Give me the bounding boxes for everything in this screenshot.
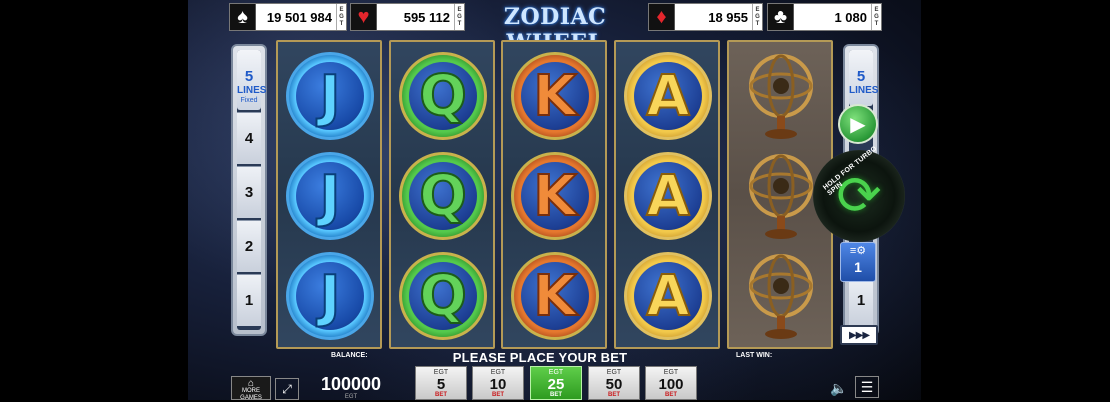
bet-button-10[interactable]: EGT 10 BET <box>472 366 524 400</box>
line-number-4: 4 <box>237 112 261 164</box>
lines-label: LINES <box>237 85 267 96</box>
jackpot-clubs: ♣ 1 080 EGT <box>767 3 882 31</box>
game-title: ZODIAC WHEEL <box>503 4 607 56</box>
symbol-q: Q <box>399 152 487 240</box>
jackpot-value: 18 955 <box>708 9 748 25</box>
lines-count-box: 5 LINES <box>849 50 879 106</box>
egt-mark: EGT <box>336 4 346 30</box>
reel-4: A A A <box>614 40 720 349</box>
symbol-k: K <box>511 152 599 240</box>
orrery-icon <box>749 54 813 139</box>
autoplay-button[interactable]: ▶ <box>838 104 878 144</box>
jackpot-value: 595 112 <box>403 9 450 25</box>
sound-button[interactable]: 🔈 <box>828 378 850 398</box>
fast-forward-button[interactable]: ▶▶▶ <box>840 325 878 345</box>
symbol-j: J <box>286 52 374 140</box>
fullscreen-button[interactable]: ⤢ <box>275 378 299 400</box>
symbol-q: Q <box>399 252 487 340</box>
line-number-2: 2 <box>237 220 261 272</box>
balance-egt: EGT <box>344 394 358 400</box>
diamond-icon: ♦ <box>649 4 675 30</box>
egt-mark: EGT <box>454 4 464 30</box>
reel-3: K K K <box>501 40 607 349</box>
balance-label: BALANCE: <box>331 352 368 359</box>
line-number-1: 1 <box>237 274 261 326</box>
fast-forward-icon: ▶▶▶ <box>848 329 870 341</box>
egt-mark: EGT <box>752 4 762 30</box>
reel-2: Q Q Q <box>389 40 495 349</box>
bet-multiplier-button[interactable]: ≡⚙ 1 <box>840 242 876 282</box>
more-games-button[interactable]: ⌂ MORE GAMES <box>231 376 271 401</box>
jackpot-spades: ♠ 19 501 984 EGT <box>229 3 347 31</box>
lines-count-box: 5 LINES Fixed <box>237 50 267 110</box>
jackpot-diamonds: ♦ 18 955 EGT <box>648 3 763 31</box>
lines-panel-left: 5 LINES Fixed 4 3 2 1 <box>231 44 267 336</box>
jackpot-value: 19 501 984 <box>266 9 332 25</box>
hamburger-icon: ☰ <box>860 378 874 395</box>
jackpot-hearts: ♥ 595 112 EGT <box>350 3 465 31</box>
symbol-a: A <box>624 52 712 140</box>
lines-count: 5 <box>244 68 254 85</box>
bet-button-5[interactable]: EGT 5 BET <box>415 366 467 400</box>
last-win-label: LAST WIN: <box>736 352 773 359</box>
symbol-q: Q <box>399 52 487 140</box>
symbol-j: J <box>286 152 374 240</box>
game-screen: ♠ 19 501 984 EGT ♥ 595 112 EGT ZODIAC WH… <box>0 0 1110 401</box>
settings-icon: ≡⚙ <box>849 245 867 257</box>
club-icon: ♣ <box>768 4 794 30</box>
symbol-k: K <box>511 52 599 140</box>
egt-mark: EGT <box>871 4 881 30</box>
lines-count: 5 <box>856 68 866 85</box>
balance-value: 100000 <box>320 374 382 394</box>
symbol-j: J <box>286 252 374 340</box>
reel-1: J J J <box>276 40 382 349</box>
heart-icon: ♥ <box>351 4 377 30</box>
status-message: PLEASE PLACE YOUR BET <box>452 350 628 365</box>
menu-button[interactable]: ☰ <box>855 376 879 398</box>
lines-fixed-label: Fixed <box>240 97 258 104</box>
home-icon: ⌂ <box>247 378 255 389</box>
bet-button-25[interactable]: EGT 25 BET <box>530 366 582 400</box>
bet-multiplier-value: 1 <box>854 259 862 275</box>
line-number-3: 3 <box>237 166 261 218</box>
symbol-a: A <box>624 252 712 340</box>
spade-icon: ♠ <box>230 4 256 30</box>
orrery-icon <box>749 254 813 339</box>
symbol-a: A <box>624 152 712 240</box>
bet-button-50[interactable]: EGT 50 BET <box>588 366 640 400</box>
jackpot-value: 1 080 <box>834 9 867 25</box>
fullscreen-icon: ⤢ <box>282 381 292 396</box>
bet-button-100[interactable]: EGT 100 BET <box>645 366 697 400</box>
lines-label: LINES <box>849 85 879 96</box>
symbol-k: K <box>511 252 599 340</box>
speaker-icon: 🔈 <box>830 379 848 396</box>
autoplay-icon: ▶ <box>850 113 866 136</box>
